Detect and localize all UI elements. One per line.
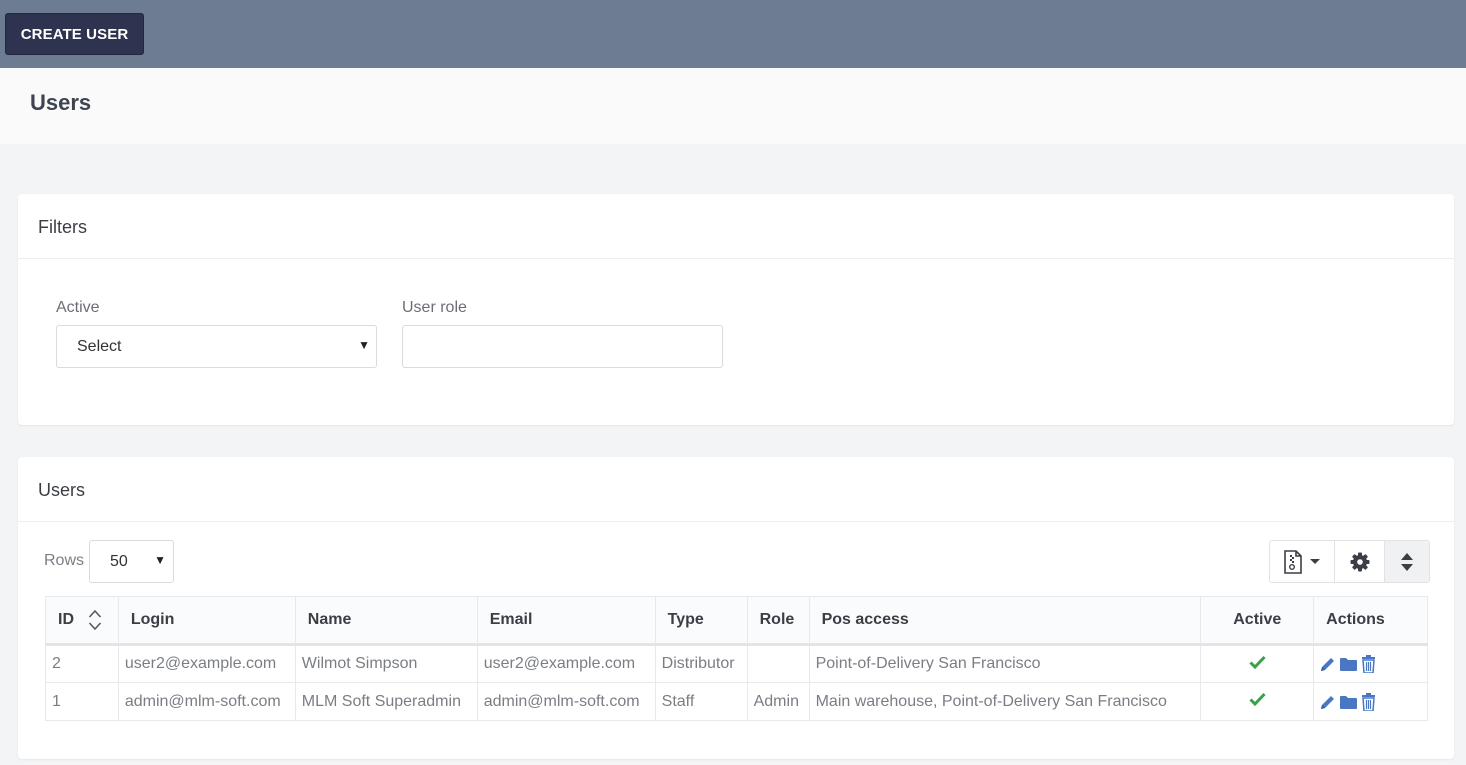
folder-icon[interactable] [1340,657,1358,671]
users-title: Users [38,480,86,500]
sort-icon[interactable] [88,609,102,631]
active-filter-value: Select [77,338,122,355]
cell-active [1200,644,1315,683]
users-table: ID Login Name Email Type Role Pos access… [45,596,1428,721]
filters-title: Filters [38,217,87,237]
check-icon [1249,692,1266,707]
check-icon [1249,655,1266,669]
file-export-icon [1284,549,1302,574]
column-header-id[interactable]: ID [45,596,119,646]
cell-email: admin@mlm-soft.com [476,682,656,721]
column-header-email: Email [476,596,656,646]
column-header-role: Role [746,596,810,646]
trash-icon[interactable] [1361,692,1376,711]
table-header-row: ID Login Name Email Type Role Pos access… [45,596,1428,646]
users-panel: Users Rows 50 ▼ ID Login Name Email Type… [18,457,1454,759]
create-user-button[interactable]: CREATE USER [5,13,144,55]
chevron-down-icon: ▼ [358,338,370,352]
chevron-down-icon [1310,558,1320,564]
column-header-pos-access: Pos access [808,596,1202,646]
column-header-login: Login [117,596,296,646]
pencil-icon[interactable] [1320,694,1336,710]
cell-id: 2 [45,644,119,683]
table-toolbar [1269,540,1430,583]
cell-pos-access: Main warehouse, Point-of-Delivery San Fr… [808,682,1202,721]
cell-role: Admin [746,682,810,721]
cell-active [1200,682,1315,721]
table-row: 1 admin@mlm-soft.com MLM Soft Superadmin… [45,682,1428,721]
column-header-name: Name [294,596,478,646]
cell-login: admin@mlm-soft.com [117,682,296,721]
cell-email: user2@example.com [476,644,656,683]
filters-panel: Filters Active Select ▼ User role [18,194,1454,425]
column-header-type: Type [654,596,748,646]
settings-button[interactable] [1335,541,1385,582]
cell-actions [1313,644,1428,683]
chevron-down-icon: ▼ [154,553,166,567]
rows-per-page-select[interactable]: 50 ▼ [89,540,174,583]
rows-per-page-value: 50 [110,553,128,570]
page-title: Users [30,90,92,115]
cell-type: Distributor [654,644,748,683]
filters-header: Filters [18,194,1454,259]
gear-icon [1350,552,1369,571]
cell-actions [1313,682,1428,721]
active-filter-label: Active [56,299,100,316]
trash-icon[interactable] [1361,655,1376,673]
sort-icon [1401,552,1413,571]
cell-pos-access: Point-of-Delivery San Francisco [808,644,1202,683]
top-bar: CREATE USER [0,0,1466,68]
active-filter-select[interactable]: Select ▼ [56,325,377,368]
export-button[interactable] [1270,541,1335,582]
table-row: 2 user2@example.com Wilmot Simpson user2… [45,644,1428,683]
column-header-actions: Actions [1313,596,1428,646]
toggle-sort-button[interactable] [1385,541,1429,582]
column-header-active: Active [1200,596,1315,646]
cell-name: MLM Soft Superadmin [294,682,478,721]
user-role-filter-label: User role [402,299,467,316]
page-header: Users [0,68,1466,144]
cell-id: 1 [45,682,119,721]
rows-label: Rows [44,552,85,569]
folder-icon[interactable] [1340,695,1358,709]
users-header: Users [18,457,1454,522]
cell-type: Staff [654,682,748,721]
column-label: ID [58,611,74,629]
cell-role [746,644,810,683]
pencil-icon[interactable] [1320,656,1336,672]
user-role-input[interactable] [402,325,723,368]
cell-login: user2@example.com [117,644,296,683]
cell-name: Wilmot Simpson [294,644,478,683]
